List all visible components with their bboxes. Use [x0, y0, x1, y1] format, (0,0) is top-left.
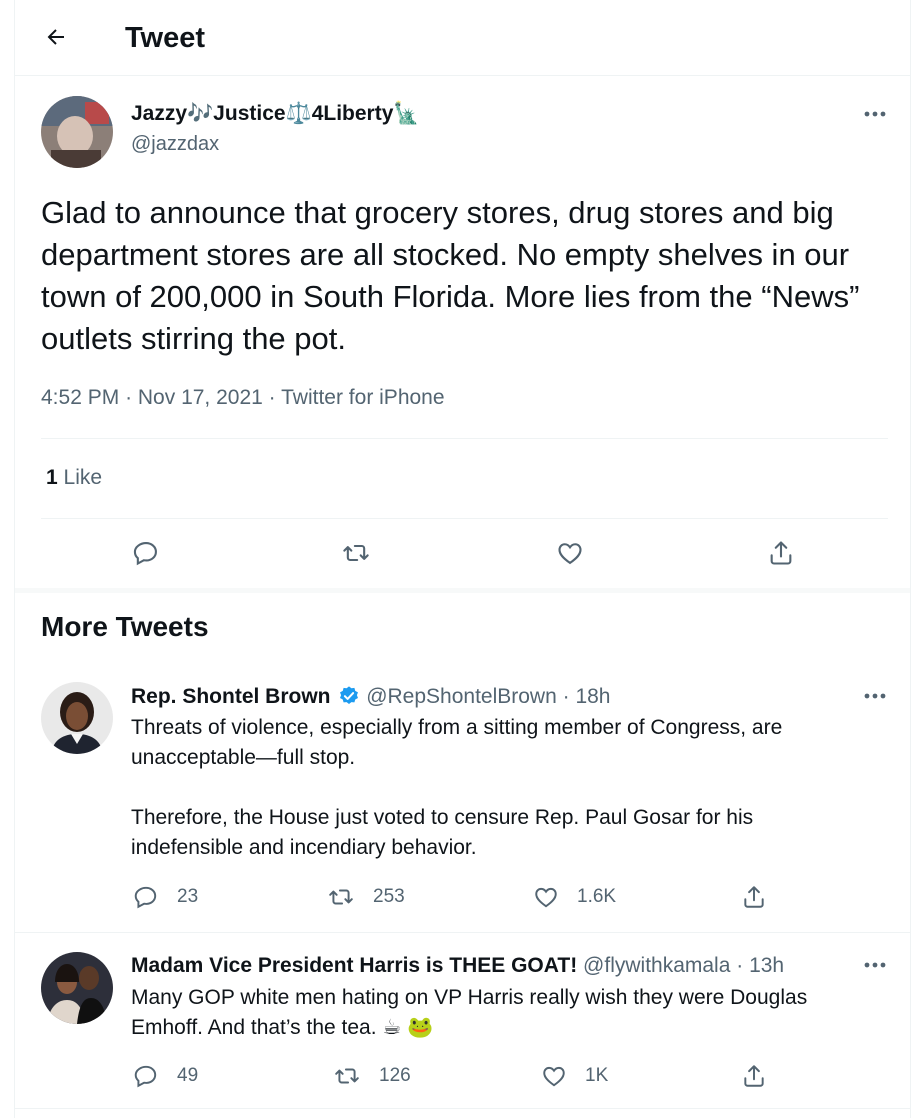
- heart-icon: [535, 887, 557, 908]
- like-button[interactable]: [553, 536, 587, 570]
- more-dots-icon: [864, 693, 886, 699]
- reply-count: 23: [177, 886, 199, 907]
- like-count-button[interactable]: 1.6K: [533, 884, 616, 910]
- divider: [41, 518, 888, 519]
- author-name[interactable]: Jazzy🎶Justice⚖️4Liberty🗽: [131, 100, 420, 128]
- reply-icon: [134, 886, 157, 909]
- reply-avatar[interactable]: [41, 952, 113, 1024]
- meta-separator: ·: [125, 386, 138, 409]
- back-button[interactable]: [41, 20, 71, 54]
- reply-text: Threats of violence, especially from a s…: [131, 716, 783, 859]
- reply-icon: [133, 542, 157, 566]
- reply-text: Many GOP white men hating on VP Harris r…: [131, 986, 814, 1039]
- tweet-text: Glad to announce that grocery stores, dr…: [41, 195, 869, 356]
- author-handle[interactable]: @jazzdax: [131, 131, 219, 157]
- share-button[interactable]: [764, 536, 798, 570]
- meta-separator: ·: [736, 954, 750, 977]
- reply-header-1: Rep. Shontel Brown @RepShontelBrown · 18…: [131, 683, 611, 711]
- reply-header-2: Madam Vice President Harris is THEE GOAT…: [131, 952, 784, 980]
- share-icon: [770, 541, 792, 565]
- retweet-count: 253: [373, 886, 405, 907]
- retweet-button[interactable]: [339, 536, 373, 570]
- meta-separator: ·: [268, 386, 282, 409]
- tweet-date[interactable]: Nov 17, 2021: [138, 386, 263, 409]
- reply-more-button[interactable]: [860, 686, 890, 706]
- share-button[interactable]: [741, 884, 767, 910]
- reply-button[interactable]: [129, 536, 163, 570]
- like-count-button[interactable]: 1K: [541, 1063, 608, 1089]
- tweet-time[interactable]: 4:52 PM: [41, 386, 119, 409]
- likes-count-link[interactable]: 1 Like: [46, 464, 102, 492]
- like-count: 1K: [585, 1065, 609, 1086]
- reply-more-button[interactable]: [860, 955, 890, 975]
- retweet-icon: [335, 1068, 359, 1084]
- timeline-column: Tweet Jazzy🎶Justice⚖️4Liberty🗽 @jazzdax …: [14, 0, 911, 1118]
- reply-time[interactable]: 18h: [575, 685, 610, 708]
- reply-author-name[interactable]: Rep. Shontel Brown: [131, 685, 331, 708]
- more-dots-icon: [864, 111, 886, 117]
- like-label: Like: [63, 466, 103, 489]
- retweet-count: 126: [379, 1065, 411, 1086]
- heart-icon: [543, 1066, 565, 1087]
- reply-time[interactable]: 13h: [749, 954, 784, 977]
- retweet-count-button[interactable]: 126: [333, 1063, 411, 1089]
- reply-author-handle[interactable]: @flywithkamala: [583, 954, 730, 977]
- retweet-count-button[interactable]: 253: [327, 884, 405, 910]
- retweet-icon: [343, 544, 369, 562]
- tweet-meta: 4:52 PM · Nov 17, 2021 · Twitter for iPh…: [41, 384, 445, 412]
- like-count: 1.6K: [577, 886, 617, 907]
- share-icon: [744, 886, 764, 908]
- more-dots-icon: [864, 962, 886, 968]
- reply-count: 49: [177, 1065, 199, 1086]
- verified-badge-icon: [340, 686, 359, 704]
- more-tweets-title: More Tweets: [41, 611, 209, 642]
- share-icon: [744, 1065, 764, 1087]
- tweet-source[interactable]: Twitter for iPhone: [281, 386, 444, 409]
- reply-author-name[interactable]: Madam Vice President Harris is THEE GOAT…: [131, 954, 577, 977]
- page-title: Tweet: [125, 22, 206, 54]
- back-arrow-icon: [47, 29, 64, 45]
- page-header: Tweet: [15, 0, 910, 76]
- section-separator: [15, 588, 910, 593]
- reply-icon: [134, 1065, 157, 1088]
- reply-count-button[interactable]: 49: [133, 1063, 198, 1089]
- retweet-icon: [329, 889, 353, 905]
- tweet-more-button[interactable]: [860, 104, 890, 124]
- reply-avatar[interactable]: [41, 682, 113, 754]
- heart-icon: [558, 543, 582, 565]
- meta-separator: ·: [562, 685, 576, 708]
- divider: [15, 932, 910, 933]
- divider: [15, 1108, 910, 1109]
- divider: [41, 438, 888, 439]
- author-avatar[interactable]: [41, 96, 113, 168]
- share-button[interactable]: [741, 1063, 767, 1089]
- reply-author-handle[interactable]: @RepShontelBrown: [366, 685, 557, 708]
- like-count: 1: [46, 466, 58, 489]
- reply-count-button[interactable]: 23: [133, 884, 198, 910]
